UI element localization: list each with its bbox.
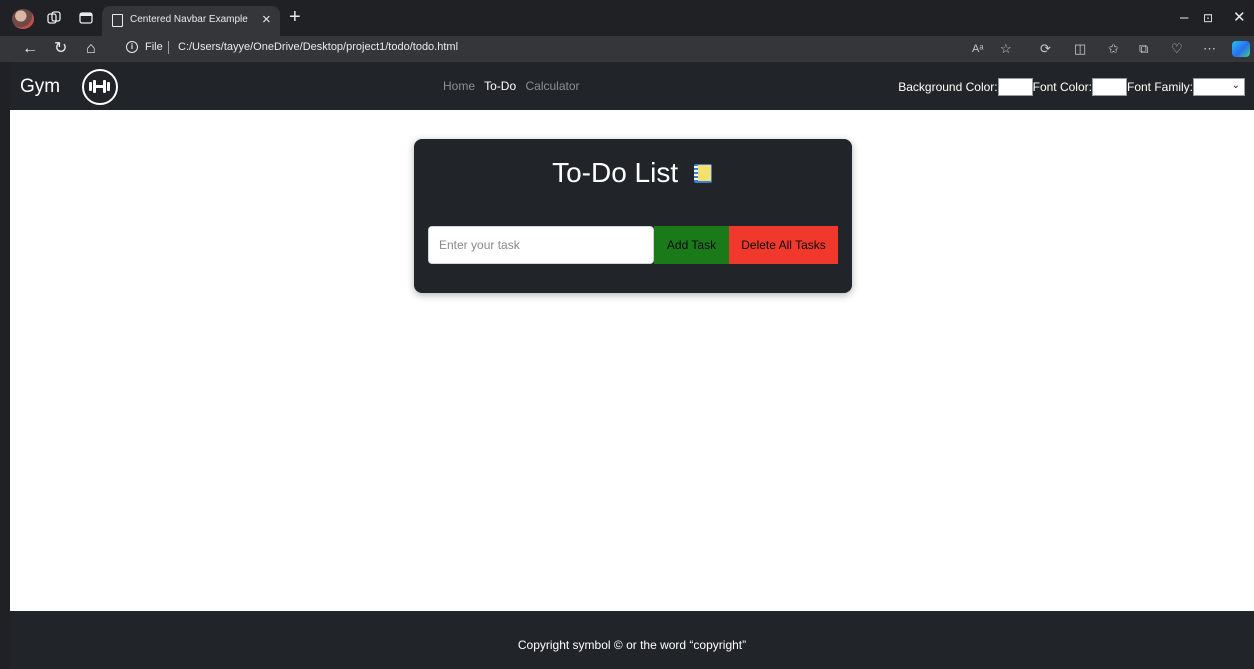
address-scheme-label: File <box>145 41 163 53</box>
address-bar[interactable]: C:/Users/tayye/OneDrive/Desktop/project1… <box>178 41 458 53</box>
read-aloud-icon[interactable]: Aᵃ <box>972 40 983 58</box>
home-icon[interactable]: ⌂ <box>86 40 96 58</box>
background-color-picker[interactable] <box>997 78 1033 96</box>
chevron-down-icon: ⌄ <box>1231 80 1240 91</box>
add-task-button[interactable]: Add Task <box>654 226 729 264</box>
browser-window: Centered Navbar Example × + – ⊡ ✕ ← ↻ ⌂ … <box>0 0 1254 669</box>
task-input[interactable] <box>428 226 654 264</box>
site-footer: Copyright symbol © or the word “copyrigh… <box>10 611 1254 669</box>
tab-strip: Centered Navbar Example × + – ⊡ ✕ <box>0 0 1254 37</box>
tab-actions-icon[interactable] <box>78 11 94 27</box>
tab-title: Centered Navbar Example <box>130 14 248 25</box>
favorites-icon[interactable]: ✩ <box>1108 40 1119 58</box>
collections-icon[interactable]: ⧉ <box>1139 40 1148 58</box>
notebook-icon <box>692 162 714 184</box>
workspaces-icon[interactable] <box>46 11 62 27</box>
todo-title: To-Do List <box>552 157 679 188</box>
dumbbell-icon[interactable] <box>82 69 118 105</box>
page-title: To-Do List <box>414 157 852 189</box>
minimize-button[interactable]: – <box>1180 9 1188 27</box>
browser-tab[interactable]: Centered Navbar Example × <box>102 6 280 36</box>
nav-link-calculator[interactable]: Calculator <box>526 79 580 93</box>
nav-link-home[interactable]: Home <box>443 79 475 93</box>
page-icon <box>112 14 123 27</box>
copyright-text: Copyright symbol © or the word “copyrigh… <box>517 638 747 652</box>
back-icon[interactable]: ← <box>22 40 38 58</box>
site-info-icon[interactable]: i <box>126 41 138 53</box>
tab-close-button[interactable]: × <box>262 11 271 28</box>
favorite-star-icon[interactable]: ☆ <box>1000 40 1012 58</box>
close-window-button[interactable]: ✕ <box>1233 9 1246 27</box>
extensions-icon[interactable]: ⟳ <box>1040 40 1051 58</box>
split-screen-icon[interactable]: ◫ <box>1074 40 1086 58</box>
page-viewport: Gym Home To-Do Calculator Background Col… <box>10 62 1254 669</box>
nav-links: Home To-Do Calculator <box>443 79 586 93</box>
font-color-picker[interactable] <box>1091 78 1127 96</box>
new-tab-button[interactable]: + <box>289 7 301 27</box>
delete-all-tasks-button[interactable]: Delete All Tasks <box>729 226 838 264</box>
address-divider <box>168 41 169 54</box>
restore-button[interactable]: ⊡ <box>1203 9 1213 27</box>
font-family-select[interactable]: ⌄ <box>1193 78 1245 96</box>
refresh-icon[interactable]: ↻ <box>54 40 67 58</box>
background-color-label: Background Color: <box>898 80 998 94</box>
copilot-icon[interactable] <box>1232 41 1250 57</box>
font-color-label: Font Color: <box>1032 80 1092 94</box>
brand-name[interactable]: Gym <box>20 76 60 98</box>
health-icon[interactable]: ♡ <box>1171 40 1183 58</box>
site-navbar: Gym Home To-Do Calculator Background Col… <box>10 62 1254 110</box>
style-settings: Background Color: Font Color: Font Famil… <box>898 78 1245 96</box>
nav-link-todo[interactable]: To-Do <box>484 79 516 93</box>
todo-card: To-Do List Add Task Delete All Tasks <box>414 139 852 293</box>
font-family-label: Font Family: <box>1126 80 1193 94</box>
browser-toolbar: ← ↻ ⌂ i File C:/Users/tayye/OneDrive/Des… <box>0 36 1254 62</box>
profile-icon[interactable] <box>12 9 34 29</box>
more-icon[interactable]: ⋯ <box>1203 40 1216 58</box>
